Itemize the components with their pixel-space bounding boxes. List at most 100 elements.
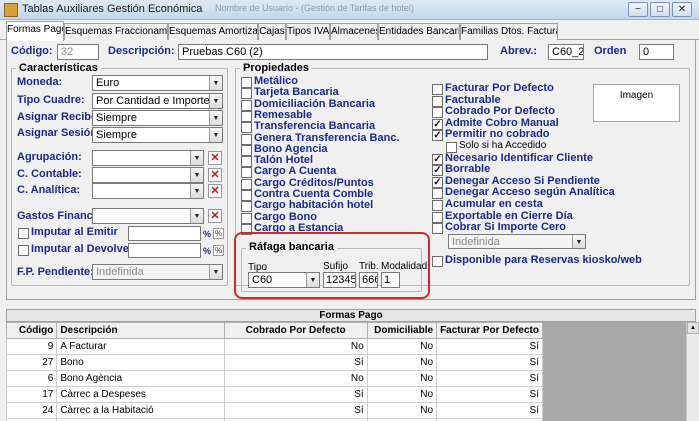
property-checkbox[interactable] [432, 107, 443, 119]
moneda-select[interactable]: Euro ▼ [92, 75, 223, 91]
maximize-button[interactable]: □ [650, 2, 670, 17]
property-checkbox[interactable]: ✓ [432, 176, 443, 188]
table-cell: 6 [5, 370, 58, 387]
codigo-field[interactable]: 32 [57, 44, 99, 60]
c-analitica-select[interactable]: ▼ [92, 183, 204, 199]
sufijo-field[interactable]: 12345 [323, 272, 356, 288]
column-header[interactable]: Cobrado Por Defecto [223, 322, 368, 339]
chevron-down-icon[interactable]: ▼ [190, 209, 203, 223]
table-row[interactable]: 9A Facturar No No Sí [5, 338, 543, 355]
table-row[interactable]: 17 Càrrec a Despeses Sí No Sí [5, 386, 543, 403]
property-checkbox[interactable] [241, 167, 252, 179]
grid-header-row: Código Descripción Cobrado Por Defecto D… [5, 322, 543, 339]
property-checkbox[interactable]: ✓ [432, 130, 443, 142]
tab-entidades-bancarias[interactable]: Entidades Bancarias [378, 23, 460, 40]
fp-pendiente-select[interactable]: Indefinida ▼ [92, 264, 223, 280]
imputar-devolver-checkbox[interactable] [18, 245, 29, 256]
asignar-sesion-select[interactable]: Siempre ▼ [92, 127, 223, 143]
agrupacion-select[interactable]: ▼ [92, 150, 204, 166]
percent-tool-icon[interactable]: % [213, 245, 224, 256]
clear-c-analitica-icon[interactable]: ✕ [208, 184, 222, 198]
column-header[interactable]: Domiciliable [366, 322, 438, 339]
table-cell: Sí [436, 386, 543, 403]
property-checkbox[interactable] [432, 200, 443, 211]
property-checkbox[interactable] [432, 223, 443, 235]
property-checkbox[interactable] [432, 188, 443, 200]
disponible-checkbox[interactable] [432, 256, 443, 267]
tab-cajas[interactable]: Cajas [258, 23, 286, 40]
chevron-down-icon[interactable]: ▼ [209, 128, 222, 142]
cobrar-importe-select[interactable]: Indefinida ▼ [448, 234, 586, 249]
tab-esquemas-amortizacion[interactable]: Esquemas Amortización [168, 23, 258, 40]
tab-almacenes[interactable]: Almacenes [330, 23, 378, 40]
imputar-emitir-percent-field[interactable] [128, 226, 201, 241]
property-checkbox[interactable] [241, 178, 252, 190]
chevron-down-icon[interactable]: ▼ [190, 168, 203, 182]
property-label: Cargo habitación hotel [254, 199, 374, 212]
scroll-up-icon[interactable]: ▲ [687, 322, 699, 334]
column-header[interactable]: Descripción [56, 322, 225, 339]
chevron-down-icon[interactable]: ▼ [209, 111, 222, 125]
abrev-field[interactable]: C60_2 [548, 44, 584, 60]
vertical-scrollbar[interactable]: ▲ [686, 322, 699, 421]
property-checkbox[interactable] [241, 201, 252, 213]
minimize-button[interactable]: − [628, 2, 648, 17]
orden-field[interactable]: 0 [639, 44, 674, 60]
property-checkbox[interactable] [432, 95, 443, 107]
property-checkbox[interactable]: ✓ [432, 153, 443, 165]
table-cell: Bono [56, 354, 225, 371]
tab-tipos-iva[interactable]: Tipos IVA [286, 23, 330, 40]
descripcion-field[interactable]: Pruebas C60 (2) [178, 44, 488, 60]
property-checkbox[interactable] [241, 77, 252, 88]
image-box[interactable]: Imagen [593, 84, 680, 122]
property-label: Permitir no cobrado [445, 128, 550, 141]
property-label: Acumular en cesta [445, 198, 543, 210]
codigo-label: Código: [11, 45, 53, 57]
modalidad-field[interactable]: 1 [381, 272, 400, 288]
table-row[interactable]: 6 Bono Agència No No Sí [5, 370, 543, 387]
property-checkbox[interactable]: ✓ [432, 118, 443, 130]
tipo-select[interactable]: C60 ▼ [248, 272, 320, 288]
tab-formas-pago[interactable]: Formas Pago [6, 21, 64, 41]
property-checkbox[interactable] [241, 99, 252, 111]
chevron-down-icon[interactable]: ▼ [572, 235, 585, 248]
gastos-financ-select[interactable]: ▼ [92, 208, 204, 224]
imputar-emitir-checkbox[interactable] [18, 228, 29, 239]
table-cell: No [366, 370, 438, 387]
chevron-down-icon[interactable]: ▼ [306, 273, 319, 287]
trib-field[interactable]: 666 [359, 272, 378, 288]
imputar-devolver-percent-field[interactable] [128, 243, 201, 258]
property-checkbox[interactable] [241, 212, 252, 224]
property-checkbox[interactable] [241, 133, 252, 145]
column-header[interactable]: Código [5, 322, 58, 339]
close-button[interactable]: ✕ [672, 2, 692, 17]
property-checkbox[interactable]: ✓ [432, 165, 443, 177]
clear-gastos-icon[interactable]: ✕ [208, 209, 222, 223]
chevron-down-icon[interactable]: ▼ [209, 76, 222, 90]
property-checkbox[interactable] [241, 122, 252, 134]
chevron-down-icon[interactable]: ▼ [209, 265, 222, 279]
chevron-down-icon[interactable]: ▼ [209, 94, 222, 108]
table-row[interactable]: 27 Bono Sí No Sí [5, 354, 543, 371]
clear-agrupacion-icon[interactable]: ✕ [208, 151, 222, 165]
percent-tool-icon[interactable]: % [213, 228, 224, 239]
property-checkbox[interactable] [432, 211, 443, 223]
column-header[interactable]: Facturar Por Defecto [436, 322, 543, 339]
tipo-cuadre-select[interactable]: Por Cantidad e Importe ▼ [92, 93, 223, 109]
property-checkbox[interactable] [241, 88, 252, 100]
c-contable-select[interactable]: ▼ [92, 167, 204, 183]
chevron-down-icon[interactable]: ▼ [190, 184, 203, 198]
property-label: Cargo Créditos/Puntos [254, 176, 374, 189]
chevron-down-icon[interactable]: ▼ [190, 151, 203, 165]
property-checkbox[interactable] [241, 110, 252, 122]
tab-esquemas-fraccionamiento[interactable]: Esquemas Fraccionamiento [64, 23, 168, 40]
asignar-recibo-select[interactable]: Siempre ▼ [92, 110, 223, 126]
property-checkbox[interactable] [241, 156, 252, 168]
clear-c-contable-icon[interactable]: ✕ [208, 168, 222, 182]
property-checkbox[interactable] [432, 84, 443, 95]
tab-familias-dtos[interactable]: Familias Dtos. Facturación [460, 23, 558, 40]
table-row[interactable]: 24 Càrrec a la Habitació Sí No Sí [5, 402, 543, 419]
property-checkbox[interactable] [241, 190, 252, 201]
property-checkbox[interactable] [241, 144, 252, 156]
table-cell: No [366, 402, 438, 419]
